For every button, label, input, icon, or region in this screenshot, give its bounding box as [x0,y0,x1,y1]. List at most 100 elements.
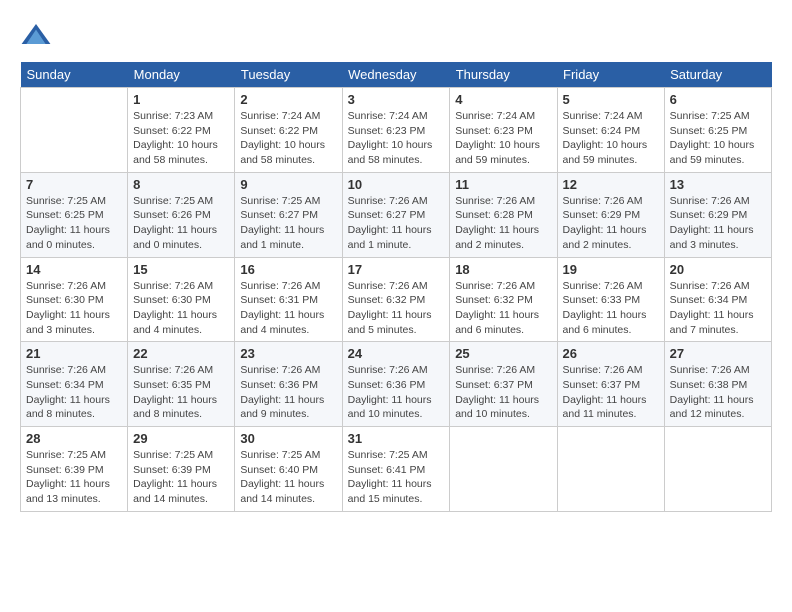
day-info: Sunrise: 7:24 AM Sunset: 6:23 PM Dayligh… [348,109,445,168]
calendar-week-row: 1 Sunrise: 7:23 AM Sunset: 6:22 PM Daylig… [21,88,772,173]
day-number: 26 [563,346,659,361]
day-number: 16 [240,262,336,277]
calendar-cell: 22 Sunrise: 7:26 AM Sunset: 6:35 PM Dayli… [128,342,235,427]
logo-icon [20,20,52,52]
calendar-header-tuesday: Tuesday [235,62,342,88]
calendar-cell: 31 Sunrise: 7:25 AM Sunset: 6:41 PM Dayli… [342,427,450,512]
day-number: 10 [348,177,445,192]
day-number: 7 [26,177,122,192]
day-number: 1 [133,92,229,107]
calendar-cell: 5 Sunrise: 7:24 AM Sunset: 6:24 PM Daylig… [557,88,664,173]
day-info: Sunrise: 7:25 AM Sunset: 6:26 PM Dayligh… [133,194,229,253]
calendar-cell [21,88,128,173]
calendar-cell: 16Sunrise: 7:26 AM Sunset: 6:31 PM Dayli… [235,257,342,342]
day-number: 20 [670,262,766,277]
day-info: Sunrise: 7:26 AM Sunset: 6:36 PM Dayligh… [240,363,336,422]
day-info: Sunrise: 7:26 AM Sunset: 6:30 PM Dayligh… [133,279,229,338]
calendar-header-sunday: Sunday [21,62,128,88]
calendar-cell: 27 Sunrise: 7:26 AM Sunset: 6:38 PM Dayli… [664,342,771,427]
day-number: 17 [348,262,445,277]
day-number: 11 [455,177,551,192]
day-number: 5 [563,92,659,107]
day-info: Sunrise: 7:26 AM Sunset: 6:27 PM Dayligh… [348,194,445,253]
day-info: Sunrise: 7:26 AM Sunset: 6:38 PM Dayligh… [670,363,766,422]
calendar-cell: 9Sunrise: 7:25 AM Sunset: 6:27 PM Daylig… [235,172,342,257]
day-info: Sunrise: 7:25 AM Sunset: 6:40 PM Dayligh… [240,448,336,507]
calendar-cell: 7 Sunrise: 7:25 AM Sunset: 6:25 PM Daylig… [21,172,128,257]
calendar-cell: 14Sunrise: 7:26 AM Sunset: 6:30 PM Dayli… [21,257,128,342]
calendar-cell: 2 Sunrise: 7:24 AM Sunset: 6:22 PM Daylig… [235,88,342,173]
calendar-header-thursday: Thursday [450,62,557,88]
day-number: 13 [670,177,766,192]
calendar-cell: 24 Sunrise: 7:26 AM Sunset: 6:36 PM Dayli… [342,342,450,427]
day-number: 18 [455,262,551,277]
calendar-header-friday: Friday [557,62,664,88]
day-info: Sunrise: 7:25 AM Sunset: 6:41 PM Dayligh… [348,448,445,507]
day-number: 15 [133,262,229,277]
day-number: 14 [26,262,122,277]
calendar-cell [557,427,664,512]
day-number: 8 [133,177,229,192]
day-info: Sunrise: 7:26 AM Sunset: 6:32 PM Dayligh… [455,279,551,338]
day-number: 24 [348,346,445,361]
day-number: 29 [133,431,229,446]
calendar-cell: 23Sunrise: 7:26 AM Sunset: 6:36 PM Dayli… [235,342,342,427]
calendar-cell: 28 Sunrise: 7:25 AM Sunset: 6:39 PM Dayli… [21,427,128,512]
calendar-cell: 17 Sunrise: 7:26 AM Sunset: 6:32 PM Dayli… [342,257,450,342]
day-number: 6 [670,92,766,107]
day-number: 28 [26,431,122,446]
day-number: 12 [563,177,659,192]
day-info: Sunrise: 7:25 AM Sunset: 6:25 PM Dayligh… [26,194,122,253]
calendar-cell: 25 Sunrise: 7:26 AM Sunset: 6:37 PM Dayli… [450,342,557,427]
logo [20,20,56,52]
day-info: Sunrise: 7:26 AM Sunset: 6:36 PM Dayligh… [348,363,445,422]
day-number: 31 [348,431,445,446]
calendar-cell: 29 Sunrise: 7:25 AM Sunset: 6:39 PM Dayli… [128,427,235,512]
day-info: Sunrise: 7:26 AM Sunset: 6:37 PM Dayligh… [455,363,551,422]
day-info: Sunrise: 7:26 AM Sunset: 6:35 PM Dayligh… [133,363,229,422]
day-info: Sunrise: 7:26 AM Sunset: 6:32 PM Dayligh… [348,279,445,338]
calendar-cell [450,427,557,512]
calendar-cell: 11Sunrise: 7:26 AM Sunset: 6:28 PM Dayli… [450,172,557,257]
calendar-cell: 4 Sunrise: 7:24 AM Sunset: 6:23 PM Daylig… [450,88,557,173]
day-number: 25 [455,346,551,361]
day-number: 27 [670,346,766,361]
calendar-week-row: 14 Sunrise: 7:26 AM Sunset: 6:30 PM Dayli… [21,257,772,342]
day-info: Sunrise: 7:24 AM Sunset: 6:22 PM Dayligh… [240,109,336,168]
day-info: Sunrise: 7:24 AM Sunset: 6:23 PM Dayligh… [455,109,551,168]
calendar-week-row: 21 Sunrise: 7:26 AM Sunset: 6:34 PM Dayli… [21,342,772,427]
day-number: 22 [133,346,229,361]
calendar-cell [664,427,771,512]
calendar-cell: 12 Sunrise: 7:26 AM Sunset: 6:29 PM Dayli… [557,172,664,257]
day-number: 2 [240,92,336,107]
calendar-cell: 10 Sunrise: 7:26 AM Sunset: 6:27 PM Dayli… [342,172,450,257]
day-number: 3 [348,92,445,107]
day-info: Sunrise: 7:26 AM Sunset: 6:34 PM Dayligh… [670,279,766,338]
day-info: Sunrise: 7:25 AM Sunset: 6:25 PM Dayligh… [670,109,766,168]
day-number: 19 [563,262,659,277]
day-number: 4 [455,92,551,107]
day-info: Sunrise: 7:25 AM Sunset: 6:27 PM Dayligh… [240,194,336,253]
calendar-cell: 13 Sunrise: 7:26 AM Sunset: 6:29 PM Dayli… [664,172,771,257]
page-header [20,20,772,52]
calendar-cell: 15 Sunrise: 7:26 AM Sunset: 6:30 PM Dayli… [128,257,235,342]
day-info: Sunrise: 7:26 AM Sunset: 6:33 PM Dayligh… [563,279,659,338]
day-info: Sunrise: 7:25 AM Sunset: 6:39 PM Dayligh… [26,448,122,507]
day-info: Sunrise: 7:26 AM Sunset: 6:29 PM Dayligh… [670,194,766,253]
day-number: 21 [26,346,122,361]
calendar-table: SundayMondayTuesdayWednesdayThursdayFrid… [20,62,772,512]
day-info: Sunrise: 7:23 AM Sunset: 6:22 PM Dayligh… [133,109,229,168]
calendar-cell: 18 Sunrise: 7:26 AM Sunset: 6:32 PM Dayli… [450,257,557,342]
calendar-cell: 3 Sunrise: 7:24 AM Sunset: 6:23 PM Daylig… [342,88,450,173]
calendar-cell: 1 Sunrise: 7:23 AM Sunset: 6:22 PM Daylig… [128,88,235,173]
calendar-cell: 26Sunrise: 7:26 AM Sunset: 6:37 PM Dayli… [557,342,664,427]
calendar-cell: 6 Sunrise: 7:25 AM Sunset: 6:25 PM Daylig… [664,88,771,173]
day-info: Sunrise: 7:25 AM Sunset: 6:39 PM Dayligh… [133,448,229,507]
calendar-cell: 21 Sunrise: 7:26 AM Sunset: 6:34 PM Dayli… [21,342,128,427]
day-number: 30 [240,431,336,446]
calendar-cell: 30 Sunrise: 7:25 AM Sunset: 6:40 PM Dayli… [235,427,342,512]
day-info: Sunrise: 7:26 AM Sunset: 6:34 PM Dayligh… [26,363,122,422]
calendar-week-row: 28 Sunrise: 7:25 AM Sunset: 6:39 PM Dayli… [21,427,772,512]
day-info: Sunrise: 7:24 AM Sunset: 6:24 PM Dayligh… [563,109,659,168]
day-info: Sunrise: 7:26 AM Sunset: 6:29 PM Dayligh… [563,194,659,253]
